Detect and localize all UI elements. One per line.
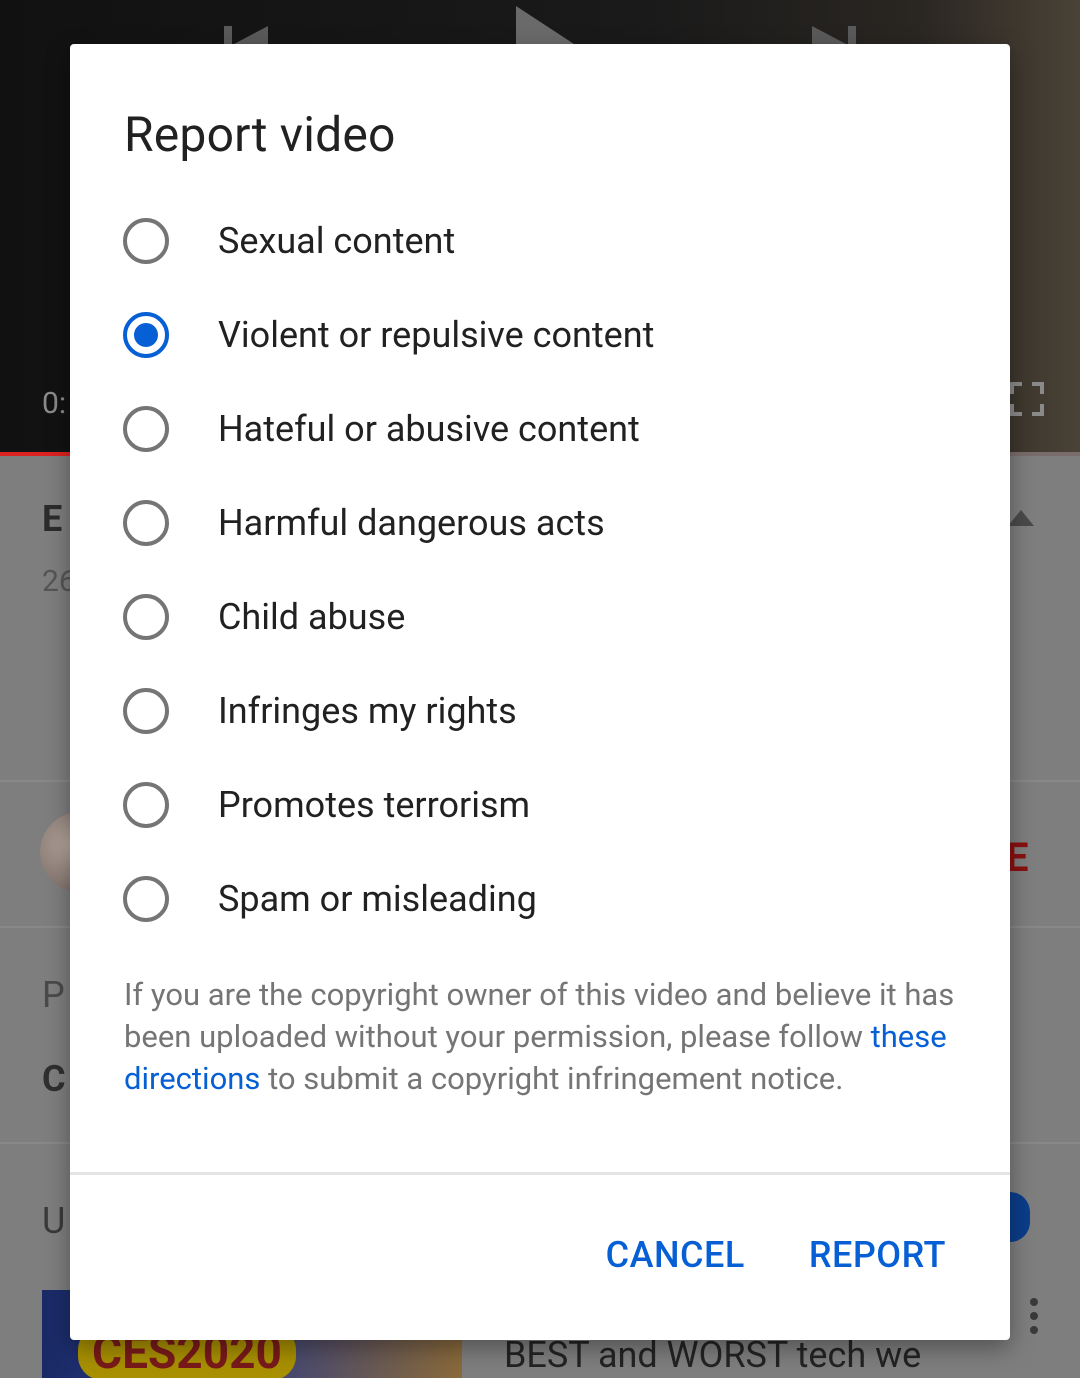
notice-text-after: to submit a copyright infringement notic… (260, 1060, 844, 1097)
report-reason-list: Sexual content Violent or repulsive conte… (70, 194, 1010, 946)
report-video-dialog: Report video Sexual content Violent or re… (70, 44, 1010, 1340)
description-line-fragment: P (42, 974, 65, 1016)
dialog-actions: CANCEL REPORT (606, 1234, 946, 1276)
report-option-label: Infringes my rights (218, 690, 517, 732)
report-option[interactable]: Hateful or abusive content (70, 382, 1010, 476)
playback-time: 0: (42, 386, 67, 421)
dialog-divider (70, 1172, 1010, 1175)
radio-selected-icon[interactable] (123, 312, 169, 358)
radio-unselected-icon[interactable] (123, 876, 169, 922)
previous-icon[interactable] (220, 0, 270, 44)
fullscreen-icon[interactable] (1010, 382, 1044, 416)
report-option[interactable]: Sexual content (70, 194, 1010, 288)
report-option[interactable]: Violent or repulsive content (70, 288, 1010, 382)
radio-unselected-icon[interactable] (123, 594, 169, 640)
report-button[interactable]: REPORT (809, 1234, 946, 1276)
radio-unselected-icon[interactable] (123, 406, 169, 452)
report-option-label: Hateful or abusive content (218, 408, 640, 450)
copyright-notice: If you are the copyright owner of this v… (124, 974, 974, 1100)
report-option-label: Violent or repulsive content (218, 314, 655, 356)
notice-text-before: If you are the copyright owner of this v… (124, 976, 955, 1055)
expand-icon[interactable] (1006, 508, 1036, 528)
next-video-title[interactable]: BEST and WORST tech we (504, 1334, 921, 1376)
report-option[interactable]: Infringes my rights (70, 664, 1010, 758)
radio-unselected-icon[interactable] (123, 782, 169, 828)
report-option-label: Harmful dangerous acts (218, 502, 605, 544)
report-option-label: Spam or misleading (218, 878, 537, 920)
up-next-fragment: U (42, 1200, 66, 1242)
more-options-icon[interactable] (1030, 1298, 1040, 1340)
report-option-label: Promotes terrorism (218, 784, 531, 826)
radio-unselected-icon[interactable] (123, 500, 169, 546)
report-option[interactable]: Harmful dangerous acts (70, 476, 1010, 570)
report-option[interactable]: Child abuse (70, 570, 1010, 664)
cancel-button[interactable]: CANCEL (606, 1234, 745, 1276)
category-line-fragment: C (42, 1058, 66, 1100)
report-option[interactable]: Promotes terrorism (70, 758, 1010, 852)
report-option-label: Sexual content (218, 220, 456, 262)
radio-unselected-icon[interactable] (123, 688, 169, 734)
report-option-label: Child abuse (218, 596, 406, 638)
dialog-title: Report video (124, 106, 396, 163)
next-icon[interactable] (808, 0, 858, 44)
radio-unselected-icon[interactable] (123, 218, 169, 264)
play-icon[interactable] (512, 0, 576, 44)
video-title-fragment: E (42, 498, 63, 540)
report-option[interactable]: Spam or misleading (70, 852, 1010, 946)
